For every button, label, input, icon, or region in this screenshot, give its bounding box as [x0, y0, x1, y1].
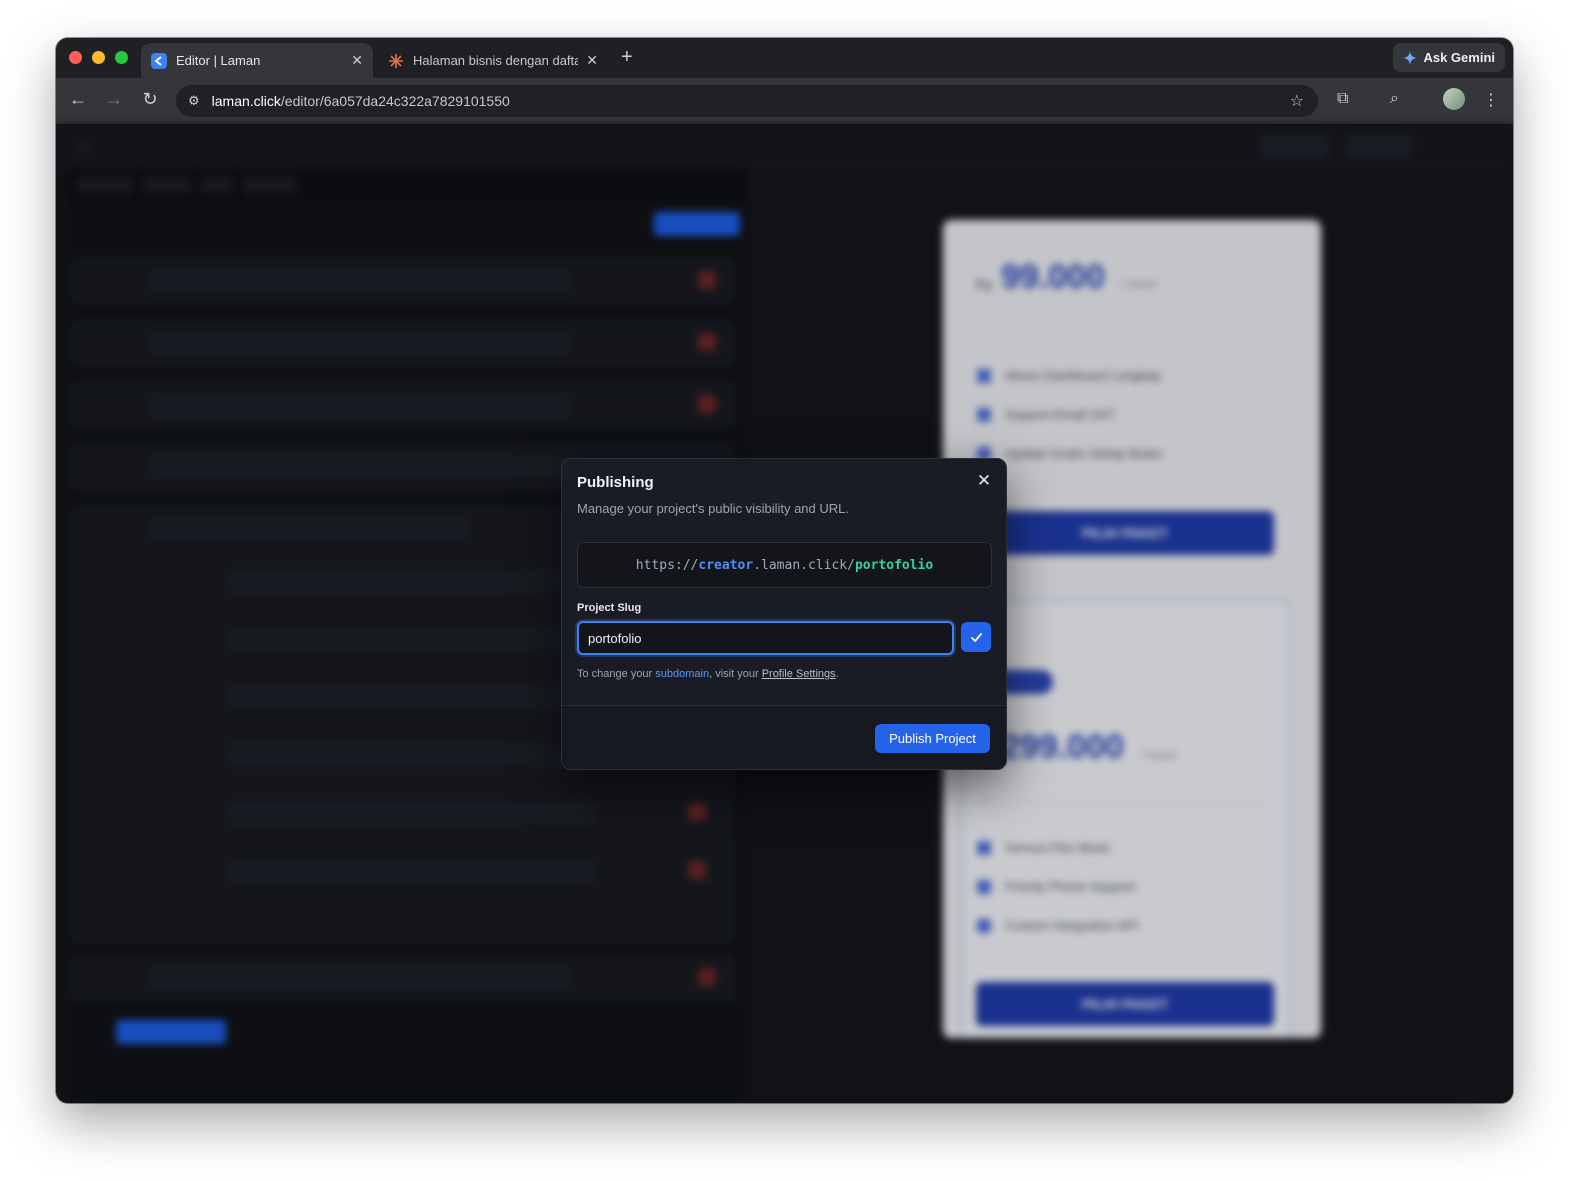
- url-domain: .laman.click/: [753, 557, 855, 573]
- laman-favicon-icon: [151, 52, 167, 69]
- ask-gemini-button[interactable]: Ask Gemini: [1393, 43, 1505, 72]
- url-slug: portofolio: [854, 557, 934, 573]
- project-slug-label: Project Slug: [577, 602, 642, 614]
- tab-search-icon[interactable]: ⌕: [1390, 90, 1399, 108]
- maximize-window-button[interactable]: [115, 51, 128, 64]
- minimize-window-button[interactable]: [92, 51, 105, 64]
- more-menu-icon[interactable]: ⋮: [1483, 90, 1499, 110]
- reload-icon[interactable]: ↻: [138, 89, 162, 110]
- gemini-icon: [1403, 50, 1418, 65]
- tab-strip: Editor | Laman ✕ Halaman bisnis dengan d…: [56, 38, 1513, 78]
- profile-avatar[interactable]: [1443, 88, 1465, 110]
- address-bar[interactable]: ⚙ laman.click/editor/6a057da24c322a78291…: [176, 85, 1318, 117]
- back-arrow-icon[interactable]: ←: [66, 89, 90, 110]
- close-tab-icon[interactable]: ✕: [586, 52, 598, 69]
- bookmark-star-icon[interactable]: ☆: [1290, 91, 1304, 111]
- url-path: /editor/6a057da24c322a7829101550: [280, 93, 510, 109]
- hint-prefix: To change your: [577, 668, 656, 680]
- browser-toolbar: ← → ↻ ⚙ laman.click/editor/6a057da24c322…: [56, 78, 1513, 124]
- project-slug-input[interactable]: [577, 621, 954, 655]
- confirm-slug-button[interactable]: [961, 622, 991, 652]
- dialog-description: Manage your project's public visibility …: [577, 501, 849, 516]
- url-subdomain: creator: [698, 557, 754, 573]
- subdomain-hint: To change your subdomain, visit your Pro…: [577, 668, 839, 680]
- url-host: laman.click: [211, 93, 281, 109]
- new-tab-button[interactable]: +: [621, 46, 633, 69]
- ask-gemini-label: Ask Gemini: [1423, 50, 1495, 65]
- checkmark-icon: [970, 632, 982, 642]
- publish-project-button[interactable]: Publish Project: [875, 724, 990, 753]
- close-tab-icon[interactable]: ✕: [351, 52, 363, 69]
- tab-business-page[interactable]: Halaman bisnis dengan daftar ✕: [378, 43, 608, 78]
- close-window-button[interactable]: [69, 51, 82, 64]
- public-url-preview: https://creator .laman.click/portofolio: [577, 542, 992, 588]
- subdomain-link[interactable]: subdomain: [655, 668, 709, 680]
- hint-middle: , visit your: [709, 668, 762, 680]
- url-scheme: https://: [635, 557, 699, 573]
- dialog-title: Publishing: [577, 474, 654, 491]
- tab-editor[interactable]: Editor | Laman ✕: [141, 43, 373, 78]
- site-settings-icon[interactable]: ⚙: [188, 93, 200, 109]
- tab-title: Halaman bisnis dengan daftar: [413, 53, 579, 68]
- close-icon[interactable]: ✕: [975, 471, 993, 491]
- tab-title: Editor | Laman: [176, 53, 261, 68]
- dialog-footer: Publish Project: [562, 705, 1006, 769]
- profile-settings-link[interactable]: Profile Settings: [762, 668, 836, 680]
- extensions-icon[interactable]: ⧉: [1337, 90, 1348, 108]
- hint-suffix: .: [835, 668, 839, 680]
- publishing-dialog: Publishing ✕ Manage your project's publi…: [561, 458, 1007, 770]
- forward-arrow-icon[interactable]: →: [102, 89, 126, 110]
- sparkle-favicon-icon: [388, 53, 404, 69]
